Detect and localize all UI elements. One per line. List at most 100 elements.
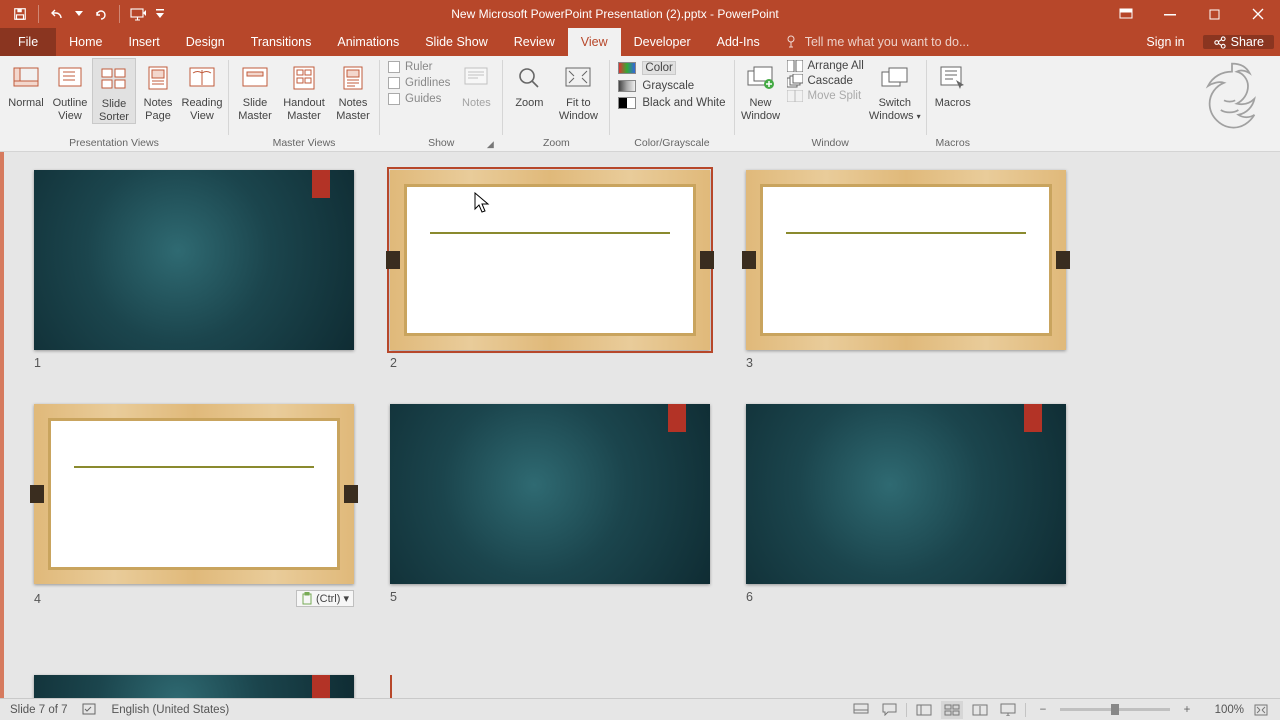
zoom-slider[interactable] [1060, 708, 1170, 711]
slide-master-icon [239, 62, 271, 94]
group-window: New Window Arrange All Cascade Move Spli… [735, 56, 926, 151]
notes-master-button[interactable]: Notes Master [331, 58, 375, 122]
slide-thumbnail[interactable]: 2 [390, 170, 710, 370]
macros-button[interactable]: Macros [931, 58, 975, 110]
switch-windows-button[interactable]: Switch Windows ▾ [868, 58, 922, 122]
slide-number: 1 [34, 356, 41, 370]
slide-sorter-icon [98, 63, 130, 95]
group-zoom: Zoom Fit to Window Zoom [503, 56, 609, 151]
slide-thumbnail[interactable] [34, 675, 354, 698]
notes-page-button[interactable]: Notes Page [136, 58, 180, 122]
slide-thumbnail[interactable]: 1 [34, 170, 354, 370]
redo-button[interactable] [87, 0, 115, 28]
ribbon-display-options-button[interactable] [1104, 0, 1148, 28]
reading-view-button[interactable]: Reading View [180, 58, 224, 122]
title-bar: New Microsoft PowerPoint Presentation (2… [0, 0, 1280, 28]
outline-view-icon [54, 62, 86, 94]
start-from-beginning-button[interactable] [124, 0, 152, 28]
window-title: New Microsoft PowerPoint Presentation (2… [166, 7, 1104, 21]
close-button[interactable] [1236, 0, 1280, 28]
black-and-white-button[interactable]: Black and White [614, 96, 729, 110]
outline-view-button[interactable]: Outline View [48, 58, 92, 122]
slide-thumbnail[interactable]: 5 [390, 404, 710, 607]
tab-developer[interactable]: Developer [621, 28, 704, 56]
cascade-button[interactable]: Cascade [783, 74, 868, 88]
slide-number: 2 [390, 356, 397, 370]
slideshow-status-button[interactable] [997, 701, 1019, 719]
slide-thumbnail[interactable]: 4 (Ctrl) ▾ [34, 404, 354, 607]
ribbon: Normal Outline View Slide Sorter Notes P… [0, 56, 1280, 152]
undo-more-button[interactable] [73, 0, 85, 28]
normal-view-status-button[interactable] [913, 701, 935, 719]
tab-add-ins[interactable]: Add-Ins [704, 28, 773, 56]
notes-button[interactable]: Notes [454, 58, 498, 110]
share-button[interactable]: Share [1203, 35, 1274, 49]
slide-sorter-button[interactable]: Slide Sorter [92, 58, 136, 124]
save-button[interactable] [6, 0, 34, 28]
tell-me-search[interactable]: Tell me what you want to do... [773, 28, 1137, 56]
minimize-button[interactable] [1148, 0, 1192, 28]
slide-number: 3 [746, 356, 753, 370]
sign-in-link[interactable]: Sign in [1136, 35, 1194, 49]
new-window-icon [745, 62, 777, 94]
arrange-all-button[interactable]: Arrange All [783, 60, 868, 72]
paste-options-button[interactable]: (Ctrl) ▾ [296, 590, 354, 607]
zoom-in-button[interactable]: + [1176, 701, 1198, 719]
fit-to-window-button[interactable]: Fit to Window [551, 58, 605, 122]
reading-view-status-button[interactable] [969, 701, 991, 719]
slide-thumbnail[interactable]: 6 [746, 404, 1066, 607]
reading-view-icon [186, 62, 218, 94]
tab-view[interactable]: View [568, 28, 621, 56]
color-button[interactable]: Color [614, 60, 729, 76]
slide-number: 5 [390, 590, 397, 604]
tab-design[interactable]: Design [173, 28, 238, 56]
guides-checkbox[interactable]: Guides [384, 92, 454, 106]
zoom-percentage[interactable]: 100% [1204, 704, 1244, 716]
maximize-button[interactable] [1192, 0, 1236, 28]
tab-file[interactable]: File [0, 28, 56, 56]
slide-count-status[interactable]: Slide 7 of 7 [10, 704, 68, 716]
tab-review[interactable]: Review [501, 28, 568, 56]
group-color-grayscale: Color Grayscale Black and White Color/Gr… [610, 56, 733, 151]
group-presentation-views: Normal Outline View Slide Sorter Notes P… [0, 56, 228, 151]
language-status[interactable]: English (United States) [112, 704, 230, 716]
handout-master-button[interactable]: Handout Master [277, 58, 331, 122]
slide-sorter-status-button[interactable] [941, 701, 963, 719]
tab-transitions[interactable]: Transitions [238, 28, 325, 56]
move-split-button: Move Split [783, 90, 868, 102]
zoom-out-button[interactable]: − [1032, 701, 1054, 719]
handout-master-icon [288, 62, 320, 94]
ribbon-tabs: File Home Insert Design Transitions Anim… [0, 28, 1280, 56]
share-label: Share [1231, 35, 1264, 49]
slide-sorter-panel[interactable]: 1 2 3 4 (Ctrl) ▾ 5 6 [0, 152, 1280, 698]
tab-animations[interactable]: Animations [324, 28, 412, 56]
group-show: Ruler Gridlines Guides Notes Show◢ [380, 56, 502, 151]
normal-view-button[interactable]: Normal [4, 58, 48, 110]
slide-number: 4 [34, 592, 41, 606]
tab-home[interactable]: Home [56, 28, 115, 56]
slide-thumbnail[interactable]: 3 [746, 170, 1066, 370]
status-bar: Slide 7 of 7 English (United States) − +… [0, 698, 1280, 720]
gridlines-checkbox[interactable]: Gridlines [384, 76, 454, 90]
notes-icon [460, 62, 492, 94]
fit-to-window-icon [562, 62, 594, 94]
zoom-button[interactable]: Zoom [507, 58, 551, 110]
spellcheck-status-icon[interactable] [82, 703, 98, 717]
tab-insert[interactable]: Insert [116, 28, 173, 56]
ruler-checkbox[interactable]: Ruler [384, 60, 454, 74]
notes-toggle-button[interactable] [850, 701, 872, 719]
slide-master-button[interactable]: Slide Master [233, 58, 277, 122]
new-window-button[interactable]: New Window [739, 58, 783, 122]
qat-customize-button[interactable] [154, 0, 166, 28]
notes-page-icon [142, 62, 174, 94]
undo-button[interactable] [43, 0, 71, 28]
zoom-icon [513, 62, 545, 94]
tab-slide-show[interactable]: Slide Show [412, 28, 501, 56]
grayscale-button[interactable]: Grayscale [614, 79, 729, 93]
group-master-views: Slide Master Handout Master Notes Master… [229, 56, 379, 151]
macros-icon [937, 62, 969, 94]
comments-button[interactable] [878, 701, 900, 719]
normal-view-icon [10, 62, 42, 94]
fit-to-window-status-button[interactable] [1250, 701, 1272, 719]
show-dialog-launcher[interactable]: ◢ [484, 138, 496, 150]
